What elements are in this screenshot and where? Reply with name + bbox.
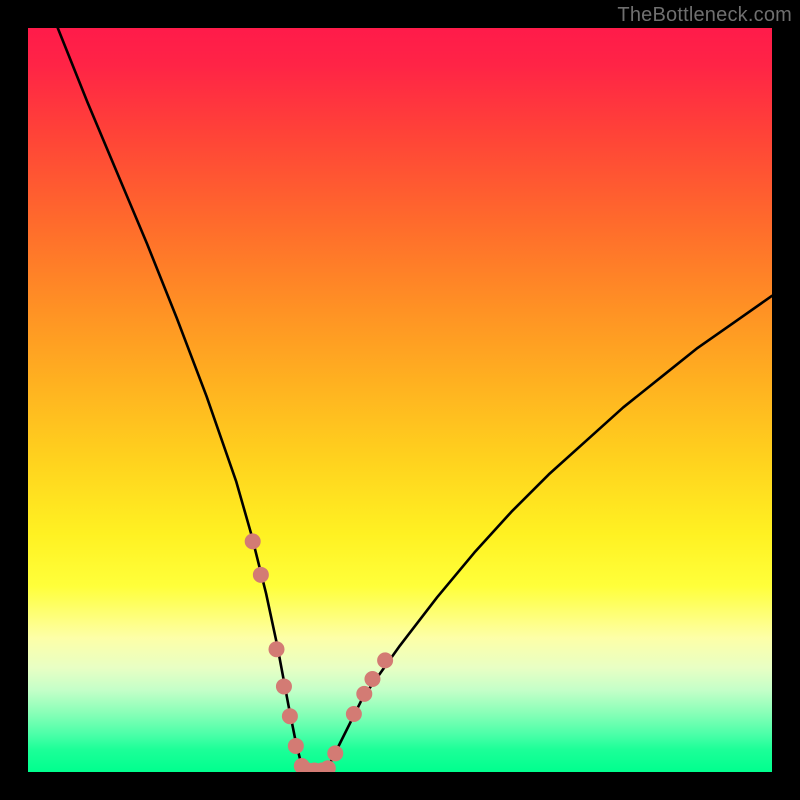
highlight-dot (364, 671, 380, 687)
highlight-dot (356, 686, 372, 702)
curve-layer (58, 28, 772, 772)
bottleneck-curve (58, 28, 772, 772)
marker-layer (245, 533, 393, 772)
highlight-dot (282, 708, 298, 724)
chart-svg (28, 28, 772, 772)
plot-area (28, 28, 772, 772)
highlight-dot (327, 745, 343, 761)
highlight-dot (377, 652, 393, 668)
highlight-dot (346, 706, 362, 722)
chart-frame: TheBottleneck.com (0, 0, 800, 800)
highlight-dot (276, 678, 292, 694)
highlight-dot (269, 641, 285, 657)
highlight-dot (288, 738, 304, 754)
highlight-dot (253, 567, 269, 583)
highlight-dot (245, 533, 261, 549)
watermark-text: TheBottleneck.com (617, 4, 792, 27)
highlight-dot (320, 760, 336, 772)
